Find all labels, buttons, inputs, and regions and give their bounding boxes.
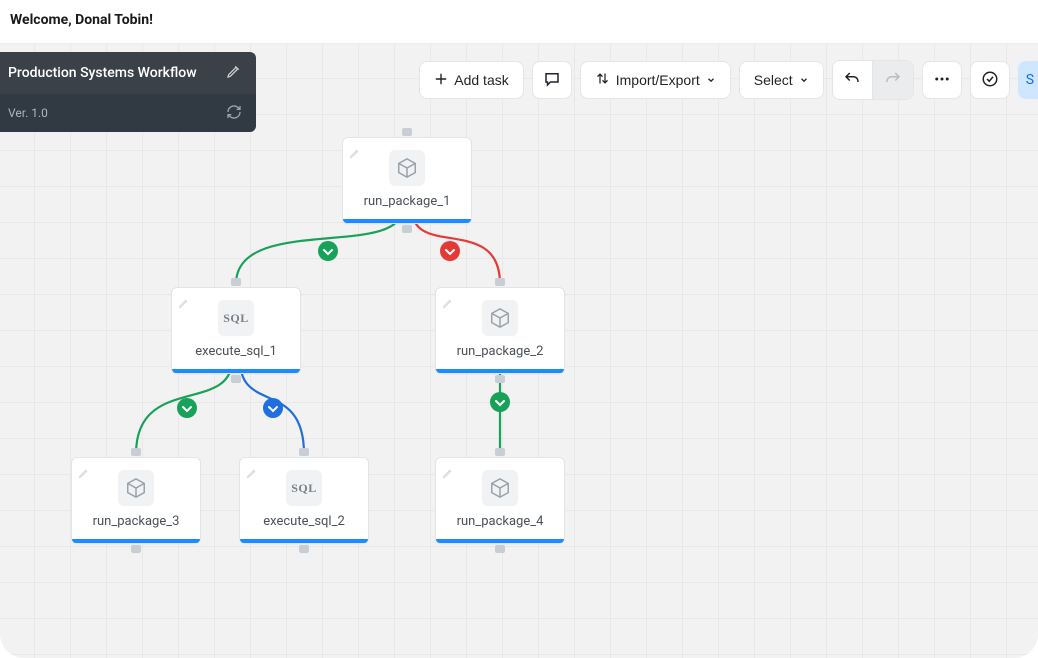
node-accent-bar bbox=[343, 219, 471, 223]
arrows-vertical-icon bbox=[595, 71, 610, 89]
pencil-icon[interactable] bbox=[78, 464, 90, 483]
chevron-down-icon bbox=[706, 72, 716, 88]
node-body: run_package_2 bbox=[436, 288, 564, 369]
chevron-down-icon bbox=[799, 72, 809, 88]
sql-icon: SQL bbox=[286, 470, 322, 506]
node-handle-top[interactable] bbox=[402, 128, 412, 136]
node-label: run_package_3 bbox=[93, 514, 180, 529]
package-icon bbox=[482, 300, 518, 336]
node-body: SQL execute_sql_2 bbox=[240, 458, 368, 539]
node-handle-bottom[interactable] bbox=[131, 545, 141, 553]
redo-icon bbox=[884, 70, 902, 91]
workflow-title: Production Systems Workflow bbox=[8, 65, 197, 81]
node-run-package-2[interactable]: run_package_2 bbox=[435, 287, 565, 374]
pencil-icon[interactable] bbox=[226, 63, 242, 83]
validate-button[interactable] bbox=[970, 61, 1010, 99]
node-handle-bottom[interactable] bbox=[495, 375, 505, 383]
node-handle-bottom[interactable] bbox=[231, 375, 241, 383]
node-body: SQL execute_sql_1 bbox=[172, 288, 300, 369]
workflow-canvas[interactable]: run_package_1 SQL execute_sql_1 run_p bbox=[0, 44, 1038, 658]
workflow-version-bar: Ver. 1.0 bbox=[0, 94, 256, 132]
workflow-title-bar: Production Systems Workflow bbox=[0, 52, 256, 94]
save-and-run-label: S bbox=[1026, 72, 1034, 88]
package-icon bbox=[482, 470, 518, 506]
import-export-button[interactable]: Import/Export bbox=[580, 61, 731, 99]
sql-icon: SQL bbox=[218, 300, 254, 336]
pencil-icon[interactable] bbox=[442, 294, 454, 313]
add-task-label: Add task bbox=[454, 72, 508, 88]
node-accent-bar bbox=[240, 539, 368, 543]
node-handle-top[interactable] bbox=[495, 278, 505, 286]
check-circle-icon bbox=[981, 70, 999, 91]
node-run-package-4[interactable]: run_package_4 bbox=[435, 457, 565, 544]
node-handle-top[interactable] bbox=[495, 448, 505, 456]
package-icon bbox=[389, 150, 425, 186]
node-label: run_package_1 bbox=[364, 194, 451, 209]
save-and-run-button[interactable]: S bbox=[1018, 61, 1038, 99]
welcome-bar: Welcome, Donal Tobin! bbox=[0, 0, 1038, 44]
select-label: Select bbox=[754, 72, 793, 88]
node-execute-sql-1[interactable]: SQL execute_sql_1 bbox=[171, 287, 301, 374]
node-accent-bar bbox=[436, 369, 564, 373]
node-handle-bottom[interactable] bbox=[495, 545, 505, 553]
workflow-info-panel: Production Systems Workflow Ver. 1.0 bbox=[0, 52, 256, 132]
node-handle-bottom[interactable] bbox=[299, 545, 309, 553]
workflow-version: Ver. 1.0 bbox=[8, 106, 48, 120]
redo-button[interactable] bbox=[873, 61, 913, 99]
undo-button[interactable] bbox=[833, 61, 873, 99]
node-body: run_package_4 bbox=[436, 458, 564, 539]
node-accent-bar bbox=[172, 369, 300, 373]
node-body: run_package_1 bbox=[343, 138, 471, 219]
node-handle-top[interactable] bbox=[131, 448, 141, 456]
undo-redo-group bbox=[832, 60, 914, 100]
package-icon bbox=[118, 470, 154, 506]
node-run-package-1[interactable]: run_package_1 bbox=[342, 137, 472, 224]
node-handle-top[interactable] bbox=[299, 448, 309, 456]
select-button[interactable]: Select bbox=[739, 61, 824, 99]
undo-icon bbox=[843, 70, 861, 91]
node-label: execute_sql_1 bbox=[195, 344, 277, 359]
node-label: execute_sql_2 bbox=[263, 514, 345, 529]
node-body: run_package_3 bbox=[72, 458, 200, 539]
add-task-button[interactable]: Add task bbox=[419, 61, 523, 99]
pencil-icon[interactable] bbox=[349, 144, 361, 163]
pencil-icon[interactable] bbox=[442, 464, 454, 483]
plus-icon bbox=[434, 72, 448, 89]
pencil-icon[interactable] bbox=[246, 464, 258, 483]
node-run-package-3[interactable]: run_package_3 bbox=[71, 457, 201, 544]
node-label: run_package_4 bbox=[457, 514, 544, 529]
toolbar: Add task Import/Export Select bbox=[419, 60, 1038, 100]
welcome-text: Welcome, Donal Tobin! bbox=[10, 12, 153, 28]
import-export-label: Import/Export bbox=[616, 72, 700, 88]
node-label: run_package_2 bbox=[457, 344, 544, 359]
node-execute-sql-2[interactable]: SQL execute_sql_2 bbox=[239, 457, 369, 544]
chat-icon bbox=[543, 70, 561, 91]
node-accent-bar bbox=[72, 539, 200, 543]
more-button[interactable] bbox=[922, 61, 962, 99]
app-frame: Welcome, Donal Tobin! bbox=[0, 0, 1038, 658]
node-accent-bar bbox=[436, 539, 564, 543]
node-handle-top[interactable] bbox=[231, 278, 241, 286]
refresh-icon[interactable] bbox=[226, 104, 242, 123]
comments-button[interactable] bbox=[532, 61, 572, 99]
node-handle-bottom[interactable] bbox=[402, 225, 412, 233]
pencil-icon[interactable] bbox=[178, 294, 190, 313]
more-horizontal-icon bbox=[933, 70, 951, 91]
